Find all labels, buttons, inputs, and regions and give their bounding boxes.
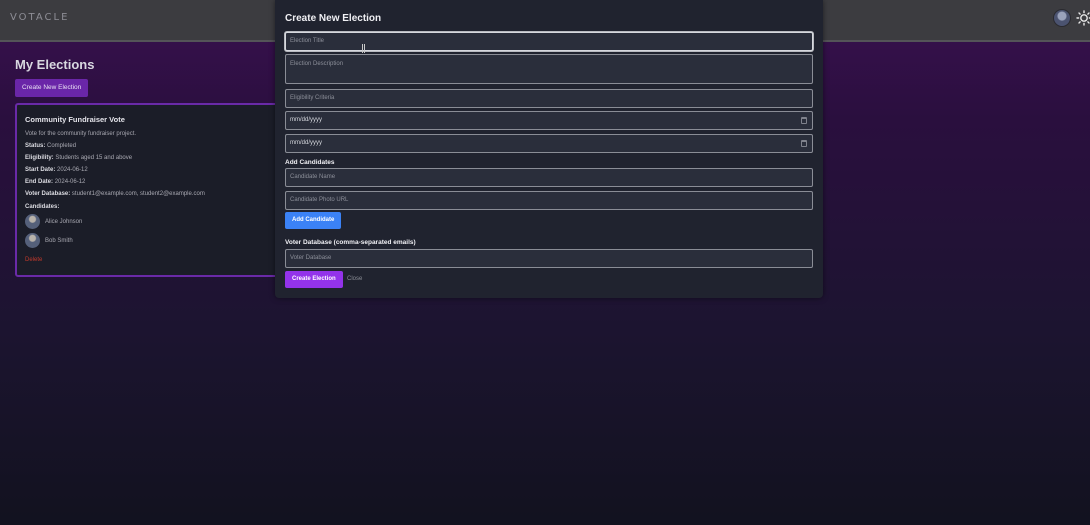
candidate-item: Bob Smith xyxy=(25,233,275,248)
candidate-name: Alice Johnson xyxy=(45,218,83,225)
field-value: 2024-06-12 xyxy=(54,179,86,185)
election-description-input[interactable]: Election Description xyxy=(285,54,813,84)
create-election-button[interactable]: Create Election xyxy=(285,271,343,288)
field-label: Status: xyxy=(25,143,46,149)
field-value: Completed xyxy=(47,143,77,149)
create-election-modal: Create New Election Election Title Elect… xyxy=(275,0,823,298)
calendar-icon[interactable] xyxy=(801,117,807,124)
create-new-election-button[interactable]: Create New Election xyxy=(15,79,89,97)
election-status: Status: Completed xyxy=(25,143,275,149)
app-logo[interactable]: VOTACLE xyxy=(10,12,69,23)
end-date-value: mm/dd/yyyy xyxy=(290,140,323,146)
calendar-icon[interactable] xyxy=(801,140,807,147)
election-start-date: Start Date: 2024-06-12 xyxy=(25,167,275,173)
field-value: 2024-06-12 xyxy=(57,167,88,173)
election-card-description: Vote for the community fundraiser projec… xyxy=(25,131,137,137)
end-date-input[interactable]: mm/dd/yyyy xyxy=(285,134,813,153)
field-label: Voter Database: xyxy=(25,191,71,197)
page-title: My Elections xyxy=(15,57,95,72)
field-value: Students aged 15 and above xyxy=(55,155,133,161)
close-button[interactable]: Close xyxy=(347,271,362,288)
start-date-input[interactable]: mm/dd/yyyy xyxy=(285,111,813,130)
candidate-name-input[interactable]: Candidate Name xyxy=(285,168,813,187)
election-card-title: Community Fundraiser Vote xyxy=(25,115,125,124)
field-label: Eligibility: xyxy=(25,155,54,161)
voter-database-heading: Voter Database (comma-separated emails) xyxy=(285,239,416,246)
election-voter-database: Voter Database: student1@example.com, st… xyxy=(25,191,275,197)
candidate-name: Bob Smith xyxy=(45,237,73,244)
candidate-item: Alice Johnson xyxy=(25,214,275,229)
add-candidate-button[interactable]: Add Candidate xyxy=(285,212,342,229)
field-label: End Date: xyxy=(25,179,54,185)
eligibility-criteria-input[interactable]: Eligibility Criteria xyxy=(285,89,813,108)
start-date-value: mm/dd/yyyy xyxy=(290,117,323,123)
user-avatar[interactable] xyxy=(1053,9,1071,27)
field-label: Start Date: xyxy=(25,167,56,173)
candidate-photo-url-input[interactable]: Candidate Photo URL xyxy=(285,191,813,210)
candidate-photo xyxy=(25,214,40,229)
election-eligibility: Eligibility: Students aged 15 and above xyxy=(25,155,275,161)
field-value: student1@example.com, student2@example.c… xyxy=(71,191,205,197)
delete-election-link[interactable]: Delete xyxy=(25,257,42,263)
voter-database-input[interactable]: Voter Database xyxy=(285,249,813,268)
modal-title: Create New Election xyxy=(285,13,382,24)
election-card: Community Fundraiser Vote Vote for the c… xyxy=(15,103,285,277)
candidates-label: Candidates: xyxy=(25,204,60,210)
candidate-photo xyxy=(25,233,40,248)
election-end-date: End Date: 2024-06-12 xyxy=(25,179,275,185)
text-cursor-icon xyxy=(362,44,365,53)
add-candidates-heading: Add Candidates xyxy=(285,159,335,166)
sun-icon[interactable] xyxy=(1076,10,1090,26)
